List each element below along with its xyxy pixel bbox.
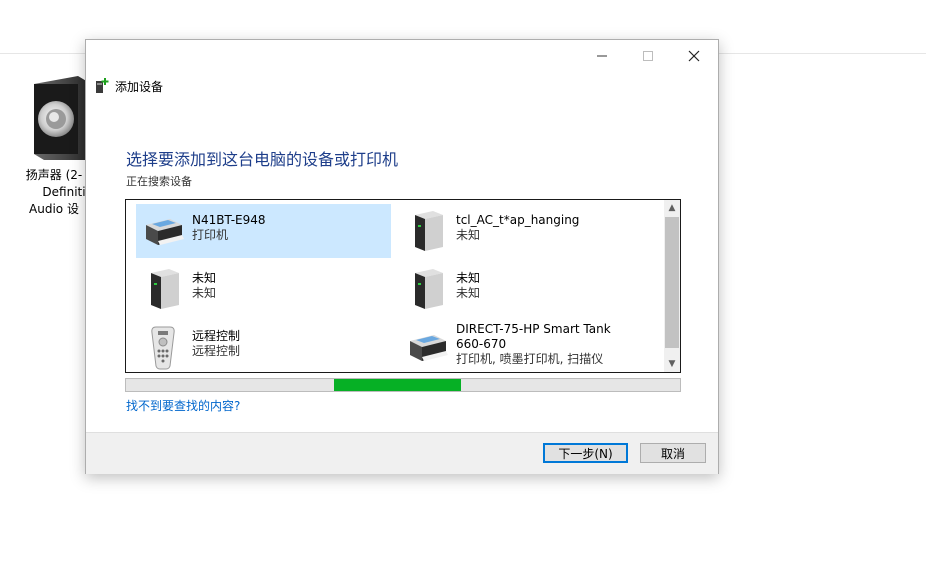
device-name: 未知	[456, 271, 481, 285]
device-type: 打印机, 喷墨打印机, 扫描仪	[456, 352, 604, 366]
dialog-title-text: 添加设备	[115, 79, 164, 94]
printer-icon	[140, 208, 186, 254]
minimize-icon	[597, 55, 607, 57]
device-type: 未知	[456, 228, 481, 242]
device-type: 未知	[192, 286, 217, 300]
device-item[interactable]: 未知 未知	[400, 262, 655, 316]
dialog-title: 添加设备	[95, 76, 163, 96]
device-item[interactable]: tcl_AC_t*ap_hanging 未知	[400, 204, 655, 258]
help-link[interactable]: 找不到要查找的内容?	[126, 397, 240, 414]
cancel-button[interactable]: 取消	[640, 443, 706, 463]
device-name-line2: 660-670	[456, 337, 507, 351]
maximize-icon	[643, 51, 653, 61]
device-item[interactable]: DIRECT-75-HP Smart Tank 660-670 打印机, 喷墨打…	[400, 320, 655, 372]
device-item[interactable]: 远程控制 远程控制	[136, 320, 391, 372]
close-button[interactable]	[671, 42, 717, 70]
device-list[interactable]: N41BT-E948 打印机 tcl_AC_t*ap_hanging 未知 未知…	[125, 199, 681, 373]
device-item[interactable]: 未知 未知	[136, 262, 391, 316]
add-device-icon	[96, 78, 109, 93]
search-status: 正在搜索设备	[126, 175, 192, 188]
search-progress-bar	[125, 378, 681, 392]
page-heading: 选择要添加到这台电脑的设备或打印机	[126, 150, 399, 169]
computer-tower-icon	[404, 266, 450, 312]
printer-icon	[404, 324, 450, 370]
scroll-down-arrow-icon[interactable]: ▼	[664, 356, 680, 372]
progress-fill	[334, 379, 462, 391]
device-type: 未知	[456, 286, 481, 300]
add-device-dialog: 添加设备 选择要添加到这台电脑的设备或打印机 正在搜索设备 N41BT-E948…	[85, 39, 719, 474]
scrollbar-thumb[interactable]	[665, 217, 679, 348]
device-name: N41BT-E948	[192, 213, 266, 227]
device-item[interactable]: N41BT-E948 打印机	[136, 204, 391, 258]
remote-control-icon	[140, 324, 186, 370]
dialog-footer: 下一步(N) 取消	[86, 432, 718, 474]
device-name: tcl_AC_t*ap_hanging	[456, 213, 580, 227]
next-button[interactable]: 下一步(N)	[543, 443, 628, 463]
minimize-button[interactable]	[579, 42, 625, 70]
device-type: 远程控制	[192, 344, 241, 358]
device-list-scrollbar[interactable]: ▲ ▼	[664, 200, 680, 372]
computer-tower-icon	[404, 208, 450, 254]
computer-tower-icon	[140, 266, 186, 312]
device-type: 打印机	[192, 228, 229, 242]
scroll-up-arrow-icon[interactable]: ▲	[664, 200, 680, 216]
speaker-icon	[34, 76, 88, 160]
maximize-button[interactable]	[625, 42, 671, 70]
close-icon	[688, 50, 700, 62]
device-name: 未知	[192, 271, 217, 285]
device-name: DIRECT-75-HP Smart Tank	[456, 322, 611, 336]
device-name: 远程控制	[192, 329, 241, 343]
